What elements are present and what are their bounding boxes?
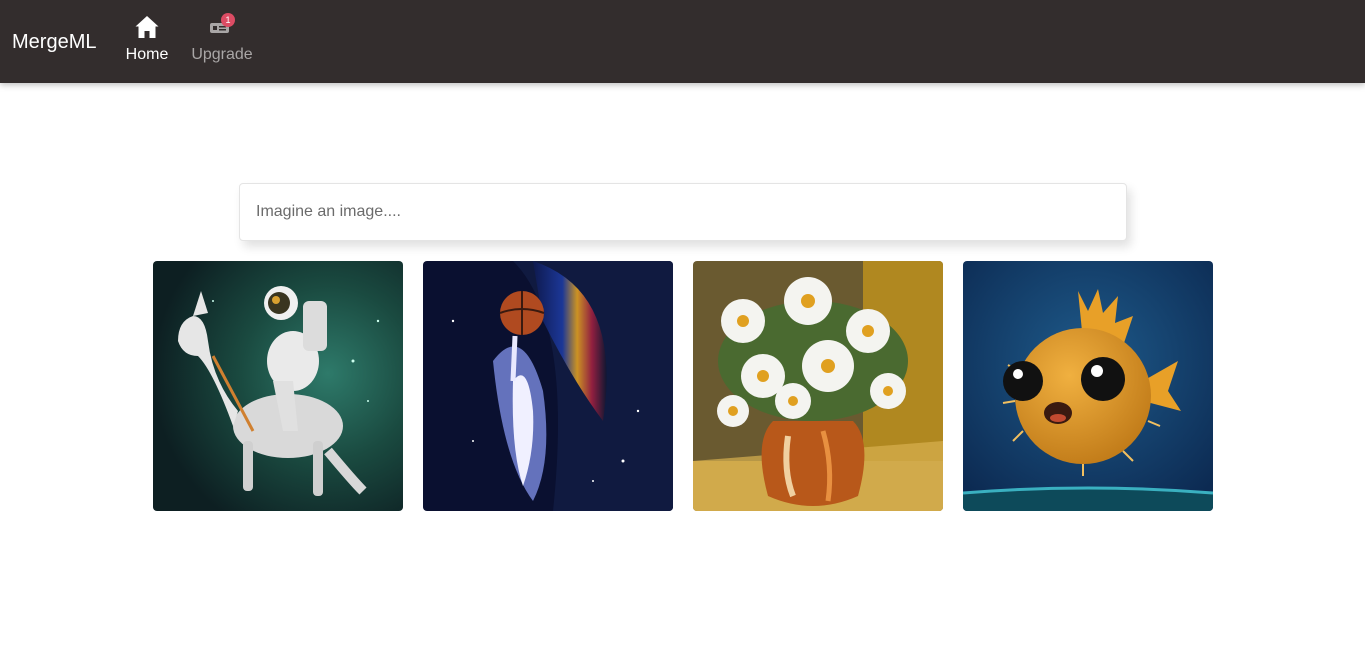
navbar: MergeML Home 1 Upgrade [0, 0, 1365, 83]
nav-home-label: Home [125, 46, 169, 63]
astronaut-riding-horse-image[interactable] [153, 261, 403, 511]
image-gallery [153, 261, 1213, 511]
pufferfish-image[interactable] [963, 261, 1213, 511]
home-icon [134, 14, 160, 40]
nav-upgrade[interactable]: 1 Upgrade [190, 13, 254, 64]
upgrade-badge: 1 [221, 13, 235, 27]
nebula-basketball-player-image[interactable] [423, 261, 673, 511]
daisies-vase-painting-image[interactable] [693, 261, 943, 511]
brand-logo[interactable]: MergeML [12, 30, 96, 54]
nav-home[interactable]: Home [123, 14, 171, 64]
search-input[interactable] [240, 184, 1126, 240]
nav-upgrade-label: Upgrade [191, 46, 253, 63]
search-box [239, 183, 1127, 241]
